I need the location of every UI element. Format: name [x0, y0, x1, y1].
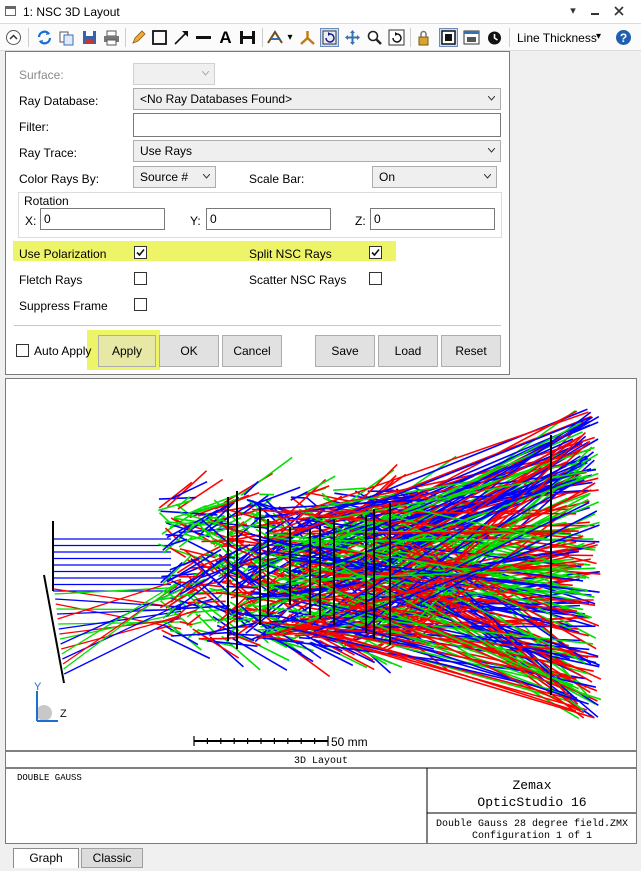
dimension-icon[interactable]: [238, 28, 257, 47]
rotation-x-input[interactable]: 0: [40, 208, 165, 230]
view-tabs: Graph Classic: [0, 844, 641, 871]
cancel-button[interactable]: Cancel: [222, 335, 282, 367]
close-button[interactable]: [611, 3, 627, 19]
lens-title: DOUBLE GAUSS: [17, 773, 82, 783]
filter-input[interactable]: [133, 113, 501, 137]
tab-graph[interactable]: Graph: [13, 848, 79, 868]
window-title: 1: NSC 3D Layout: [23, 5, 120, 19]
rotate-view-icon[interactable]: [320, 28, 339, 47]
dropdown-arrow-icon[interactable]: ▾: [565, 3, 581, 19]
filter-label: Filter:: [19, 120, 49, 134]
scatter-nsc-rays-label: Scatter NSC Rays: [249, 273, 347, 287]
toolbar: A ▾ Line Thickness ▾ ?: [0, 24, 641, 51]
scale-bar: 50 mm: [193, 735, 368, 749]
rays-dropdown-icon[interactable]: ▾: [286, 28, 294, 47]
layout-grid-icon[interactable]: [439, 28, 458, 47]
rectangle-icon[interactable]: [150, 28, 169, 47]
rotation-y-input[interactable]: 0: [206, 208, 331, 230]
copy-icon[interactable]: [57, 28, 76, 47]
rotation-label: Rotation: [24, 194, 69, 208]
scale-bar-label: Scale Bar:: [249, 172, 305, 186]
apply-button[interactable]: Apply: [98, 335, 156, 367]
text-icon[interactable]: A: [216, 28, 235, 47]
ray-traces: [53, 408, 602, 720]
axis-y-label: Y: [34, 681, 42, 693]
print-icon[interactable]: [102, 28, 121, 47]
company-name: Zemax: [512, 778, 551, 793]
rotation-z-input[interactable]: 0: [370, 208, 495, 230]
split-nsc-rays-label: Split NSC Rays: [249, 247, 332, 261]
rays-icon[interactable]: [266, 28, 285, 47]
scale-bar-label: 50 mm: [331, 735, 368, 749]
configuration-label: Configuration 1 of 1: [472, 830, 592, 842]
ray-trace-label: Ray Trace:: [19, 146, 78, 160]
svg-text:?: ?: [620, 31, 627, 45]
ok-button[interactable]: OK: [159, 335, 219, 367]
collapse-settings-icon[interactable]: [4, 28, 23, 47]
help-icon[interactable]: ?: [614, 28, 633, 47]
window-icon: [5, 6, 16, 16]
color-rays-by-label: Color Rays By:: [19, 172, 100, 186]
minimize-button[interactable]: [587, 3, 603, 19]
refresh-icon[interactable]: [35, 28, 54, 47]
axis-z-label: Z: [60, 708, 67, 720]
tab-classic[interactable]: Classic: [81, 848, 143, 868]
plot-caption: 3D Layout: [294, 756, 348, 767]
window-layout-icon[interactable]: [462, 28, 481, 47]
product-name: OpticStudio 16: [477, 795, 586, 810]
scatter-nsc-rays-checkbox[interactable]: [369, 272, 382, 285]
line-thickness-dropdown-icon[interactable]: ▾: [596, 31, 601, 42]
reset-button[interactable]: Reset: [441, 335, 501, 367]
arrow-icon[interactable]: [172, 28, 191, 47]
auto-apply-checkbox[interactable]: [16, 344, 29, 357]
surface-label: Surface:: [19, 68, 64, 82]
rotation-y-label: Y:: [190, 214, 201, 228]
pencil-icon[interactable]: [129, 28, 148, 47]
color-rays-by-dropdown[interactable]: Source #: [133, 166, 216, 188]
rotation-x-label: X:: [25, 214, 37, 228]
lock-icon[interactable]: [414, 28, 433, 47]
settings-panel: Surface: Ray Database: <No Ray Databases…: [5, 51, 510, 375]
use-polarization-label: Use Polarization: [19, 247, 107, 261]
layout-graph[interactable]: Y Z 50 mm 3D Layout DOUBLE GAUSS Zemax O…: [5, 378, 637, 844]
rotation-z-label: Z:: [355, 214, 366, 228]
load-button[interactable]: Load: [378, 335, 438, 367]
fletch-rays-checkbox[interactable]: [134, 272, 147, 285]
scale-bar-dropdown[interactable]: On: [372, 166, 497, 188]
axes-triad-icon: Y Z: [34, 681, 67, 722]
line-icon[interactable]: [194, 28, 213, 47]
zoom-icon[interactable]: [365, 28, 384, 47]
split-nsc-rays-checkbox[interactable]: [369, 246, 382, 259]
suppress-frame-label: Suppress Frame: [19, 299, 108, 313]
auto-apply-label: Auto Apply: [34, 344, 92, 358]
save-button[interactable]: Save: [315, 335, 375, 367]
file-name: Double Gauss 28 degree field.ZMX: [436, 818, 628, 830]
use-polarization-checkbox[interactable]: [134, 246, 147, 259]
ray-trace-dropdown[interactable]: Use Rays: [133, 140, 501, 162]
layout-plot[interactable]: Y Z 50 mm 3D Layout DOUBLE GAUSS Zemax O…: [6, 379, 636, 843]
title-bar: 1: NSC 3D Layout ▾: [0, 0, 641, 24]
suppress-frame-checkbox[interactable]: [134, 298, 147, 311]
timer-icon[interactable]: [485, 28, 504, 47]
reset-view-icon[interactable]: [387, 28, 406, 47]
fletch-rays-label: Fletch Rays: [19, 273, 83, 287]
surface-dropdown: [133, 63, 215, 85]
save-icon[interactable]: [80, 28, 99, 47]
pan-icon[interactable]: [343, 28, 362, 47]
line-thickness-label[interactable]: Line Thickness: [517, 31, 597, 45]
ray-database-label: Ray Database:: [19, 94, 99, 108]
ray-database-dropdown[interactable]: <No Ray Databases Found>: [133, 88, 501, 110]
axes-icon[interactable]: [298, 28, 317, 47]
